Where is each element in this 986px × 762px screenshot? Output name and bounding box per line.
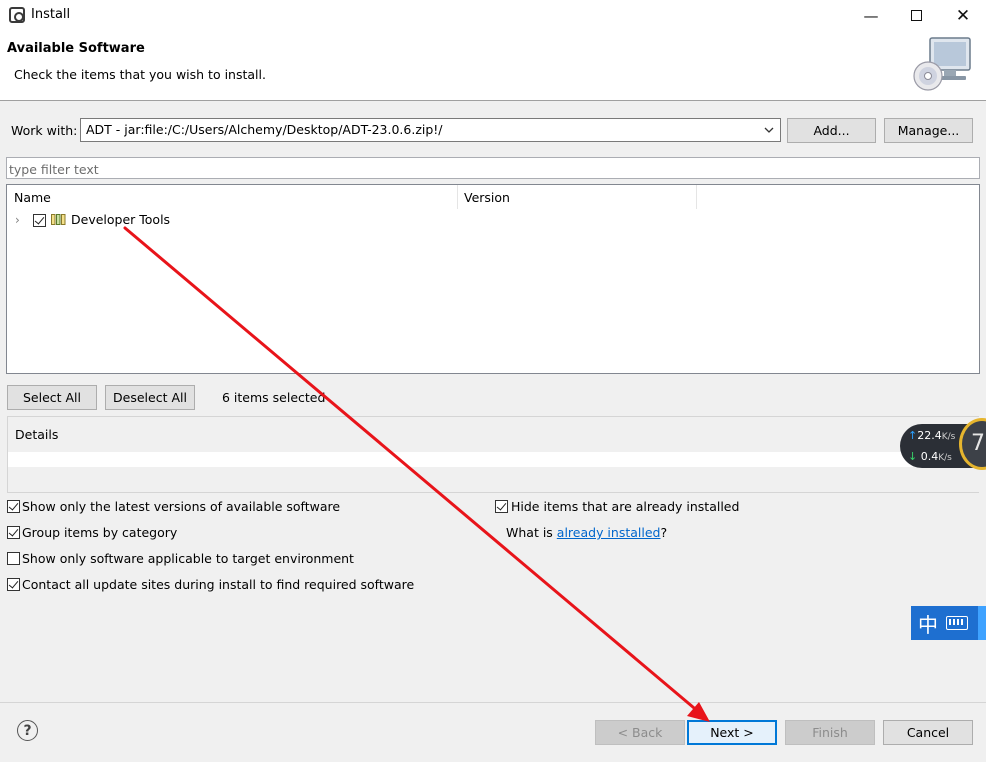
- minimize-icon: —: [863, 6, 879, 25]
- download-speed-value: 0.4: [920, 450, 939, 463]
- contact-update-sites-label[interactable]: Contact all update sites during install …: [22, 577, 414, 592]
- add-site-button[interactable]: Add...: [787, 118, 876, 143]
- column-header-version[interactable]: Version: [458, 185, 697, 209]
- cancel-button[interactable]: Cancel: [883, 720, 973, 745]
- target-environment-checkbox[interactable]: [7, 552, 20, 565]
- target-environment-label[interactable]: Show only software applicable to target …: [22, 551, 354, 566]
- install-cd-computer-icon: [913, 37, 971, 91]
- title-bar: [0, 0, 986, 31]
- group-by-category-label[interactable]: Group items by category: [22, 525, 177, 540]
- help-icon[interactable]: ?: [17, 720, 38, 741]
- header-banner: [0, 31, 986, 101]
- eclipse-app-icon: [9, 7, 25, 23]
- feature-category-icon: [51, 214, 66, 225]
- combo-dropdown-arrow[interactable]: [760, 120, 778, 140]
- latest-versions-label[interactable]: Show only the latest versions of availab…: [22, 499, 340, 514]
- filter-input[interactable]: [6, 157, 980, 179]
- upload-speed-value: 22.4: [917, 429, 942, 442]
- details-label: Details: [15, 427, 59, 442]
- upload-speed-unit: K/s: [941, 432, 956, 442]
- keyboard-icon[interactable]: [946, 616, 968, 630]
- page-title: Available Software: [7, 41, 145, 56]
- manage-sites-button[interactable]: Manage...: [884, 118, 973, 143]
- download-speed-unit: K/s: [938, 453, 952, 463]
- page-description: Check the items that you wish to install…: [14, 67, 266, 82]
- maximize-icon: [910, 10, 922, 21]
- details-text-area: [8, 452, 968, 467]
- upload-speed: ↑22.4K/s: [908, 429, 955, 442]
- close-icon: ✕: [955, 5, 971, 26]
- selected-count-text: 6 items selected: [222, 390, 326, 405]
- group-by-category-checkbox[interactable]: [7, 526, 20, 539]
- latest-versions-checkbox[interactable]: [7, 500, 20, 513]
- window-title: Install: [31, 7, 71, 22]
- hide-installed-label[interactable]: Hide items that are already installed: [511, 499, 739, 514]
- select-all-button[interactable]: Select All: [7, 385, 97, 410]
- annotation-arrow: [123, 226, 710, 722]
- footer-divider: [0, 702, 986, 703]
- minimize-button[interactable]: —: [848, 0, 894, 31]
- tree-item-checkbox[interactable]: [33, 214, 46, 227]
- close-button[interactable]: ✕: [940, 0, 986, 31]
- what-is-prefix: What is: [506, 525, 557, 540]
- maximize-button[interactable]: [893, 0, 939, 31]
- ime-language-indicator[interactable]: 中: [918, 609, 938, 638]
- upload-arrow-icon: ↑: [908, 429, 918, 442]
- download-speed: ↓ 0.4K/s: [908, 450, 952, 463]
- column-header-name[interactable]: Name: [7, 185, 458, 209]
- expand-chevron-icon[interactable]: ›: [15, 213, 25, 227]
- work-with-combobox[interactable]: ADT - jar:file:/C:/Users/Alchemy/Desktop…: [80, 118, 781, 142]
- contact-update-sites-checkbox[interactable]: [7, 578, 20, 591]
- work-with-label: Work with:: [11, 123, 78, 138]
- deselect-all-button[interactable]: Deselect All: [105, 385, 195, 410]
- what-is-suffix: ?: [660, 525, 668, 540]
- back-button[interactable]: < Back: [595, 720, 685, 745]
- next-button[interactable]: Next >: [687, 720, 777, 745]
- tree-item-label[interactable]: Developer Tools: [71, 212, 170, 227]
- hide-installed-checkbox[interactable]: [495, 500, 508, 513]
- download-arrow-icon: ↓: [908, 450, 918, 463]
- already-installed-link[interactable]: already installed: [557, 525, 661, 540]
- ime-toolbar-edge: [978, 606, 986, 640]
- chevron-down-icon: [764, 127, 774, 133]
- what-is-installed-text: What is already installed?: [506, 525, 667, 540]
- finish-button[interactable]: Finish: [785, 720, 875, 745]
